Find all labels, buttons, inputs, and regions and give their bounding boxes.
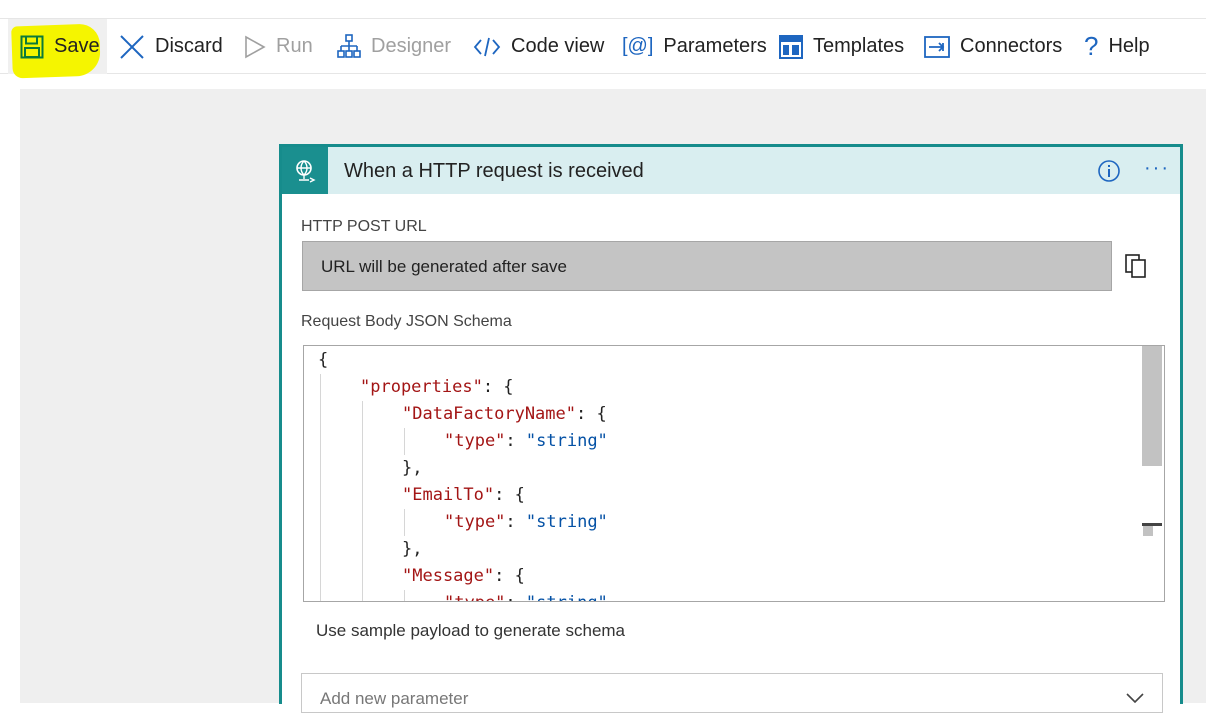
schema-line: "type": "string"	[444, 428, 608, 455]
help-label: Help	[1108, 35, 1150, 57]
schema-token: : {	[576, 404, 607, 424]
copy-icon[interactable]	[1125, 254, 1147, 283]
connectors-label: Connectors	[960, 35, 1063, 57]
code-view-label: Code view	[511, 35, 605, 57]
templates-button[interactable]: Templates	[779, 19, 904, 74]
schema-scrollbar[interactable]	[1140, 346, 1164, 601]
run-label: Run	[276, 35, 313, 57]
indent-guide	[404, 509, 405, 536]
chevron-down-icon	[1126, 688, 1144, 708]
schema-token: :	[505, 512, 526, 532]
templates-label: Templates	[813, 35, 905, 57]
parameters-icon: [@]	[622, 35, 654, 57]
card-title: When a HTTP request is received	[344, 160, 644, 182]
url-field: URL will be generated after save	[302, 241, 1112, 291]
templates-icon	[779, 34, 803, 59]
more-options-icon[interactable]: ···	[1144, 157, 1170, 180]
indent-guide	[404, 590, 405, 601]
discard-label: Discard	[155, 35, 223, 57]
designer-button[interactable]: Designer	[337, 19, 451, 74]
schema-token: :	[505, 431, 526, 451]
schema-token: : {	[482, 377, 514, 397]
parameters-label: Parameters	[663, 35, 767, 57]
schema-token: "string"	[525, 431, 608, 451]
url-label: HTTP POST URL	[301, 218, 427, 235]
info-icon[interactable]	[1097, 159, 1121, 188]
schema-line: "type": "string"	[444, 509, 608, 536]
scrollbar-thumb[interactable]	[1142, 346, 1162, 466]
discard-button[interactable]: Discard	[119, 19, 223, 74]
close-icon	[119, 34, 145, 60]
http-globe-icon	[282, 147, 328, 194]
schema-token: "DataFactoryName"	[402, 404, 576, 424]
schema-token: "EmailTo"	[402, 485, 495, 505]
http-trigger-card: When a HTTP request is received ··· HTTP…	[279, 144, 1183, 713]
schema-token: },	[402, 539, 423, 559]
save-button[interactable]: Save	[20, 19, 100, 74]
schema-line: "EmailTo": {	[402, 482, 525, 509]
schema-token: : {	[494, 485, 525, 505]
connectors-button[interactable]: Connectors	[924, 19, 1062, 74]
toolbar: Save Discard Run Designer Code view [@] …	[0, 18, 1206, 79]
schema-token: "string"	[526, 593, 608, 601]
save-icon	[20, 35, 44, 59]
designer-icon	[337, 33, 361, 60]
schema-token: "type"	[444, 512, 506, 532]
schema-token: :	[505, 593, 525, 601]
schema-line: "DataFactoryName": {	[402, 401, 607, 428]
schema-token: },	[402, 458, 423, 478]
schema-token: {	[318, 350, 329, 370]
indent-guide	[404, 428, 405, 455]
schema-token: : {	[494, 566, 525, 586]
schema-token: "properties"	[360, 377, 483, 397]
schema-line: "type": "string"	[444, 590, 608, 601]
parameters-button[interactable]: [@] Parameters	[622, 19, 767, 74]
designer-label: Designer	[371, 35, 452, 57]
run-button[interactable]: Run	[244, 19, 313, 74]
indent-guide	[362, 401, 363, 601]
code-icon	[473, 36, 501, 58]
schema-label: Request Body JSON Schema	[301, 313, 512, 330]
schema-editor[interactable]: {"properties": {"DataFactoryName": {"typ…	[303, 345, 1165, 602]
schema-token: "type"	[444, 593, 505, 601]
help-button[interactable]: ? Help	[1084, 19, 1150, 74]
connectors-icon	[924, 35, 950, 58]
scrollbar-marker-block	[1143, 526, 1153, 536]
help-icon: ?	[1084, 31, 1099, 61]
play-icon	[244, 35, 266, 59]
schema-line: {	[318, 347, 328, 374]
code-view-button[interactable]: Code view	[473, 19, 604, 74]
schema-token: "string"	[525, 512, 608, 532]
schema-token: "Message"	[402, 566, 495, 586]
add-parameter-placeholder: Add new parameter	[320, 689, 469, 708]
indent-guide	[320, 374, 321, 601]
schema-line: },	[402, 536, 422, 563]
card-header[interactable]: When a HTTP request is received ···	[282, 147, 1180, 194]
save-label: Save	[54, 35, 100, 57]
schema-line: "Message": {	[402, 563, 525, 590]
schema-line: "properties": {	[360, 374, 514, 401]
schema-token: "type"	[444, 431, 506, 451]
add-parameter-dropdown[interactable]: Add new parameter	[301, 673, 1163, 713]
schema-line: },	[402, 455, 422, 482]
sample-payload-link[interactable]: Use sample payload to generate schema	[316, 621, 625, 641]
